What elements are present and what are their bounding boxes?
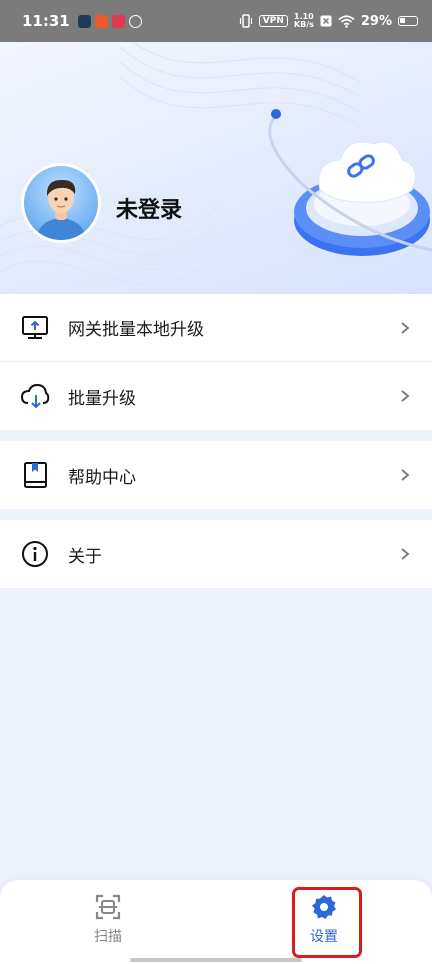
home-indicator[interactable] <box>130 958 302 962</box>
menu-item-label: 关于 <box>68 546 102 567</box>
wifi-icon <box>338 14 355 28</box>
profile-header: 未登录 <box>0 42 432 294</box>
notification-icons <box>77 14 142 28</box>
tab-scan[interactable]: 扫描 <box>68 894 148 954</box>
app-notification-icon <box>77 14 91 28</box>
battery-icon <box>398 16 418 26</box>
network-speed: 1.10 KB/s <box>293 12 314 29</box>
highlight-annotation <box>292 887 362 958</box>
bottom-nav: 扫描 设置 <box>0 880 432 964</box>
menu-item-gateway-local-upgrade[interactable]: 网关批量本地升级 <box>0 294 432 362</box>
avatar[interactable] <box>21 163 101 243</box>
tab-scan-label: 扫描 <box>94 929 122 945</box>
menu-item-label: 批量升级 <box>68 388 136 409</box>
avatar-image <box>24 166 98 240</box>
login-status[interactable]: 未登录 <box>116 192 182 224</box>
status-time: 11:31 <box>22 12 70 30</box>
menu-item-about[interactable]: 关于 <box>0 520 432 588</box>
scan-icon <box>95 894 121 920</box>
app-notification-icon <box>128 14 142 28</box>
vpn-badge: VPN <box>258 15 288 27</box>
menu-item-help-center[interactable]: 帮助中心 <box>0 441 432 509</box>
menu-group-help: 帮助中心 <box>0 441 432 509</box>
menu-item-batch-upgrade[interactable]: 批量升级 <box>0 362 432 430</box>
no-sim-icon <box>320 15 332 27</box>
menu-item-label: 网关批量本地升级 <box>68 320 204 340</box>
chevron-right-icon <box>401 469 410 481</box>
book-icon <box>20 460 50 490</box>
user-portrait-icon <box>36 179 86 240</box>
app-notification-icon <box>111 14 125 28</box>
chevron-right-icon <box>401 390 410 402</box>
menu-item-label: 帮助中心 <box>68 467 136 488</box>
cloud-link-illustration <box>268 109 432 256</box>
status-right: VPN 1.10 KB/s 29% <box>239 13 418 29</box>
app-notification-icon <box>94 14 108 28</box>
monitor-upload-icon <box>20 313 50 343</box>
cloud-download-icon <box>20 381 50 411</box>
battery-percent: 29% <box>360 13 392 29</box>
info-icon <box>20 539 50 569</box>
menu-group-about: 关于 <box>0 520 432 588</box>
menu-group-upgrade: 网关批量本地升级 批量升级 <box>0 294 432 430</box>
chevron-right-icon <box>401 548 410 560</box>
chevron-right-icon <box>401 321 410 334</box>
vibrate-icon <box>239 14 252 28</box>
status-bar: 11:31 VPN 1.10 KB/s 29% <box>0 0 432 42</box>
